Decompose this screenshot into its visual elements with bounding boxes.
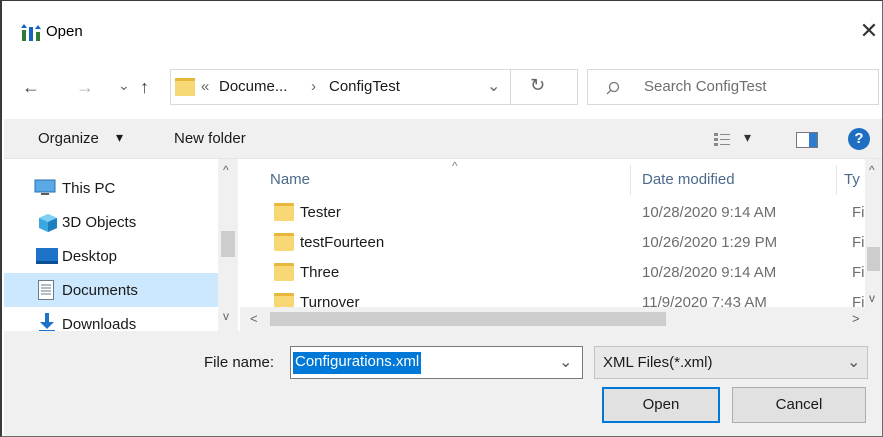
refresh-icon[interactable]: ↻ <box>530 75 545 96</box>
file-date: 10/26/2020 1:29 PM <box>642 234 778 251</box>
view-dropdown-icon[interactable]: ▾ <box>744 129 751 146</box>
search-placeholder: Search ConfigTest <box>644 78 767 95</box>
scroll-down-icon[interactable]: v <box>223 309 229 323</box>
file-date: 10/28/2020 9:14 AM <box>642 264 777 281</box>
documents-icon <box>38 280 54 300</box>
sidebar-item-downloads[interactable]: Downloads <box>4 307 219 331</box>
column-divider[interactable] <box>836 165 837 195</box>
file-list: ^ Name Date modified Ty Tester 10/28/202… <box>240 159 865 307</box>
sidebar-item-label: This PC <box>62 180 116 197</box>
sidebar-item-label: Downloads <box>62 316 137 331</box>
file-list-horizontal-scrollbar[interactable]: < > <box>240 307 882 331</box>
search-box[interactable]: Search ConfigTest <box>587 69 879 105</box>
file-name-input[interactable]: Configurations.xml ⌄ <box>290 346 583 379</box>
scroll-up-icon[interactable]: ^ <box>223 163 229 177</box>
file-type-filter[interactable]: XML Files(*.xml) ⌄ <box>594 346 868 379</box>
file-name: Three <box>300 264 340 281</box>
cancel-button[interactable]: Cancel <box>732 387 866 423</box>
window-title: Open <box>46 23 83 40</box>
file-row[interactable]: Turnover 11/9/2020 7:43 AM Fi <box>240 289 865 307</box>
search-icon <box>606 81 620 95</box>
file-type: Fi <box>852 234 865 251</box>
file-name: Tester <box>300 204 341 221</box>
breadcrumb-overflow-icon[interactable]: « <box>201 78 209 95</box>
organize-dropdown-icon[interactable]: ▾ <box>116 129 123 146</box>
folder-icon <box>274 203 294 221</box>
column-header-name[interactable]: Name <box>270 171 310 188</box>
file-name-label: File name: <box>204 354 275 371</box>
sidebar-item-desktop[interactable]: Desktop <box>4 239 219 273</box>
scrollbar-thumb[interactable] <box>221 231 235 257</box>
file-name: Turnover <box>300 294 360 307</box>
breadcrumb-separator-icon: › <box>311 78 316 95</box>
scroll-down-icon[interactable]: v <box>869 291 875 305</box>
sidebar-item-label: Desktop <box>62 248 118 265</box>
breadcrumb-parent[interactable]: Docume... <box>219 78 287 95</box>
file-date: 11/9/2020 7:43 AM <box>642 294 767 307</box>
file-row[interactable]: testFourteen 10/26/2020 1:29 PM Fi <box>240 229 865 259</box>
recent-locations-chevron-icon[interactable]: ⌄ <box>118 75 130 95</box>
file-date: 10/28/2020 9:14 AM <box>642 204 777 221</box>
up-arrow-icon[interactable]: ↑ <box>140 77 149 97</box>
open-dialog: Open ✕ ← → ⌄ ↑ « Docume... › ConfigTest … <box>0 0 883 437</box>
column-header-date[interactable]: Date modified <box>642 171 735 188</box>
sidebar-item-label: Documents <box>62 282 138 299</box>
file-type: Fi <box>852 204 865 221</box>
sort-indicator-icon: ^ <box>452 159 458 173</box>
breadcrumb-current[interactable]: ConfigTest <box>329 78 400 95</box>
desktop-icon <box>36 248 58 264</box>
folder-icon <box>274 233 294 251</box>
new-folder-button[interactable]: New folder <box>174 130 246 147</box>
title-bar: Open ✕ <box>2 1 882 61</box>
back-arrow-icon[interactable]: ← <box>22 77 40 97</box>
open-button[interactable]: Open <box>602 387 720 423</box>
address-divider <box>510 69 511 105</box>
file-name-value: Configurations.xml <box>293 352 422 374</box>
navigation-pane: This PC 3D Objects Desktop Documents Dow… <box>4 159 240 331</box>
sidebar-item-this-pc[interactable]: This PC <box>4 171 219 205</box>
organize-menu-label[interactable]: Organize <box>38 130 99 147</box>
toolbar: Organize ▾ New folder ▾ ? <box>4 119 882 159</box>
file-name: testFourteen <box>300 234 385 251</box>
view-options-icon[interactable] <box>714 133 732 147</box>
computer-icon <box>34 179 56 195</box>
navigation-pane-scrollbar[interactable]: ^ v <box>218 159 238 331</box>
file-name-dropdown-icon[interactable]: ⌄ <box>559 352 572 372</box>
address-bar[interactable]: « Docume... › ConfigTest ⌄ <box>170 69 578 105</box>
file-type: Fi <box>852 294 865 307</box>
scroll-right-icon[interactable]: > <box>852 311 860 326</box>
file-row[interactable]: Tester 10/28/2020 9:14 AM Fi <box>240 199 865 229</box>
sidebar-item-3d-objects[interactable]: 3D Objects <box>4 205 219 239</box>
file-list-vertical-scrollbar[interactable]: ^ v <box>865 159 882 307</box>
file-type: Fi <box>852 264 865 281</box>
app-icon <box>21 24 41 41</box>
folder-icon <box>274 263 294 281</box>
folder-icon <box>175 78 195 96</box>
close-icon[interactable]: ✕ <box>857 19 881 43</box>
sidebar-item-documents[interactable]: Documents <box>4 273 219 307</box>
download-icon <box>39 313 55 331</box>
scroll-up-icon[interactable]: ^ <box>869 163 875 177</box>
file-type-filter-value: XML Files(*.xml) <box>603 354 713 371</box>
help-icon[interactable]: ? <box>848 128 870 150</box>
address-dropdown-icon[interactable]: ⌄ <box>487 76 500 96</box>
scroll-left-icon[interactable]: < <box>250 311 258 326</box>
file-row[interactable]: Three 10/28/2020 9:14 AM Fi <box>240 259 865 289</box>
folder-icon <box>274 293 294 307</box>
file-type-dropdown-icon[interactable]: ⌄ <box>847 352 860 372</box>
column-divider[interactable] <box>630 165 631 195</box>
cube-icon <box>39 214 57 232</box>
scrollbar-thumb[interactable] <box>270 312 666 326</box>
scrollbar-thumb[interactable] <box>867 247 880 271</box>
forward-arrow-icon[interactable]: → <box>76 77 94 97</box>
preview-pane-icon[interactable] <box>796 132 818 148</box>
column-header-type[interactable]: Ty <box>844 171 860 188</box>
sidebar-item-label: 3D Objects <box>62 214 137 231</box>
